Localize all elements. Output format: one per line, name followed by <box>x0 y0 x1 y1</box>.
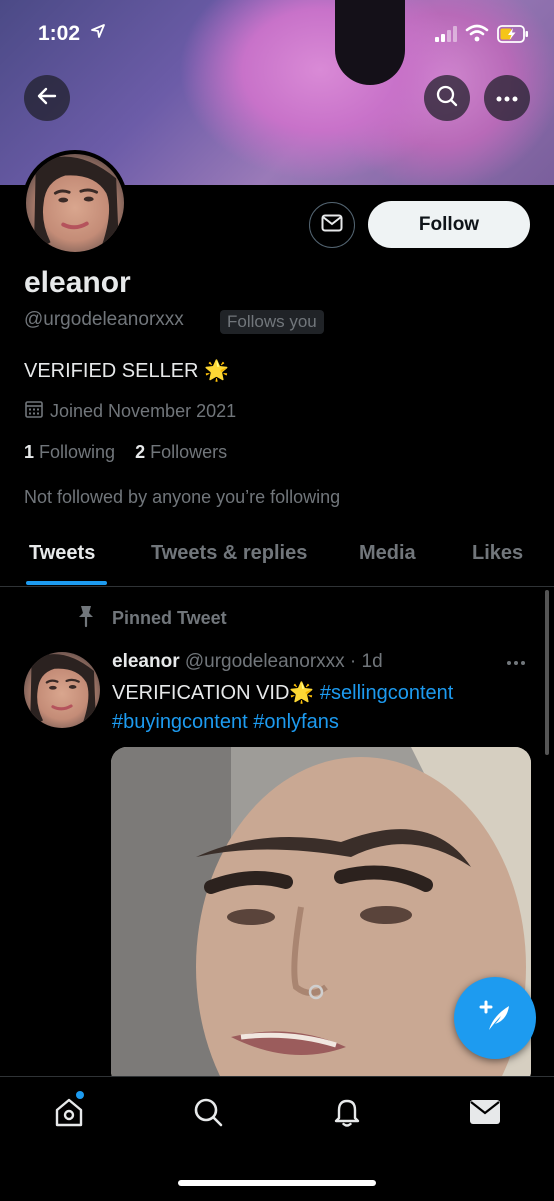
joined-date: Joined November 2021 <box>24 399 236 424</box>
profile-avatar[interactable] <box>22 150 128 256</box>
scrollbar[interactable] <box>545 590 549 755</box>
pinned-text: Pinned Tweet <box>112 608 227 628</box>
tweet-author-avatar[interactable] <box>24 652 100 728</box>
profile-handle: @urgodeleanorxxx <box>24 309 184 330</box>
arrow-left-icon <box>36 85 58 112</box>
tweet-text: VERIFICATION VID🌟 #sellingcontent #buyin… <box>112 679 522 737</box>
follow-stats: 1 Following 2 Followers <box>24 442 227 463</box>
follow-button[interactable]: Follow <box>368 201 530 248</box>
profile-bio: VERIFIED SELLER 🌟 <box>24 360 229 382</box>
wifi-icon <box>465 24 489 47</box>
status-bar: 1:02 <box>0 18 554 52</box>
message-button[interactable] <box>309 202 355 248</box>
following-label: Following <box>39 442 116 462</box>
tweet-header: eleanor @urgodeleanorxxx · 1d <box>112 651 383 673</box>
mail-icon <box>321 214 343 237</box>
tweet-author-handle: @urgodeleanorxxx <box>184 651 345 672</box>
profile-name: eleanor <box>24 266 131 299</box>
hashtag-link[interactable]: #sellingcontent <box>320 682 453 704</box>
compose-icon <box>477 998 513 1039</box>
tab-tweets[interactable]: Tweets <box>29 542 95 565</box>
tweet-author-name[interactable]: eleanor <box>112 651 180 672</box>
hashtag-link[interactable]: #onlyfans <box>253 711 339 733</box>
more-options-button[interactable] <box>484 75 530 121</box>
bell-icon <box>331 1096 363 1133</box>
battery-charging-icon <box>497 25 529 48</box>
tab-media[interactable]: Media <box>359 542 416 565</box>
tweet-time: · 1d <box>349 651 383 672</box>
following-count: 1 <box>24 442 35 462</box>
nav-search[interactable] <box>190 1096 226 1132</box>
tab-tweets-replies[interactable]: Tweets & replies <box>151 542 307 565</box>
profile-tabs: Tweets Tweets & replies Media Likes <box>0 530 554 587</box>
hashtag-link[interactable]: #buyingcontent <box>112 711 248 733</box>
follows-you-badge: Follows you <box>220 310 324 334</box>
home-unread-dot <box>76 1091 84 1099</box>
mutual-followers-note: Not followed by anyone you’re following <box>24 487 341 507</box>
status-time: 1:02 <box>38 22 81 45</box>
avatar-face-graphic <box>30 654 97 728</box>
followers-count: 2 <box>135 442 146 462</box>
search-icon <box>192 1096 224 1133</box>
back-button[interactable] <box>24 75 70 121</box>
pin-icon <box>76 604 96 633</box>
envelope-icon <box>469 1098 501 1131</box>
cellular-signal-icon <box>435 26 459 47</box>
avatar-face-graphic <box>33 156 120 252</box>
more-icon <box>496 89 518 107</box>
more-icon <box>506 650 526 670</box>
nav-notifications[interactable] <box>329 1096 365 1132</box>
following-link[interactable]: 1 Following <box>24 442 115 462</box>
tweet-body: VERIFICATION VID🌟 <box>112 682 320 704</box>
home-indicator[interactable] <box>178 1180 376 1186</box>
nav-messages[interactable] <box>467 1096 503 1132</box>
followers-label: Followers <box>150 442 228 462</box>
pinned-tweet-label: Pinned Tweet <box>76 604 227 633</box>
compose-tweet-button[interactable] <box>454 977 536 1059</box>
search-icon <box>435 84 459 113</box>
calendar-icon <box>24 399 44 424</box>
active-tab-indicator <box>26 581 107 585</box>
followers-link[interactable]: 2 Followers <box>135 442 227 462</box>
tweet-more-button[interactable] <box>506 650 526 671</box>
search-button[interactable] <box>424 75 470 121</box>
location-arrow-icon <box>90 23 106 44</box>
joined-text: Joined November 2021 <box>50 401 237 421</box>
nav-home[interactable] <box>51 1096 87 1132</box>
home-icon <box>53 1096 85 1133</box>
tab-likes[interactable]: Likes <box>472 542 523 565</box>
